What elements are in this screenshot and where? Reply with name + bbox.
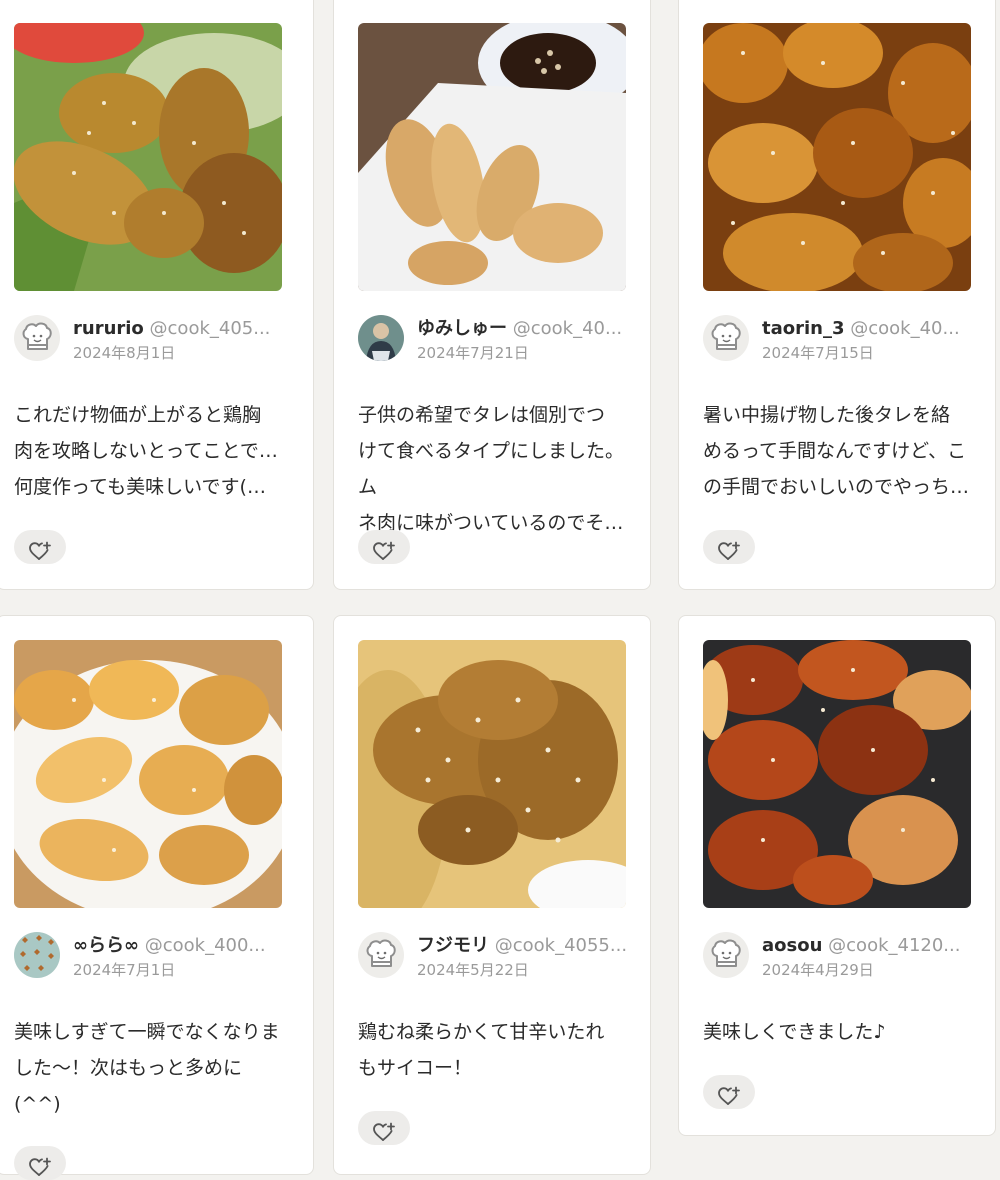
user-pattern (14, 932, 60, 978)
avatar[interactable] (14, 315, 60, 361)
avatar[interactable] (703, 315, 749, 361)
heart-plus-icon (28, 1157, 52, 1177)
author-info: taorin_3 @cook_40... 2024年7月15日 (703, 315, 1000, 367)
like-button[interactable] (703, 530, 755, 564)
avatar[interactable] (14, 932, 60, 978)
recipe-report-card[interactable]: フジモリ @cook_4055... 2024年5月22日 鶏むね柔らかくて甘辛… (333, 615, 651, 1175)
recipe-report-card[interactable]: ∞らら∞ @cook_400... 2024年7月1日 美味しすぎて一瞬でなくな… (0, 615, 314, 1180)
comment-line: 何度作っても美味しいです(… (14, 476, 266, 498)
food-photo-image (14, 640, 282, 908)
like-button[interactable] (14, 530, 66, 564)
comment-line: 美味しくできました♪ (703, 1021, 886, 1043)
food-photo[interactable] (358, 640, 626, 908)
user-handle: @cook_4055... (494, 935, 628, 956)
comment-line: めるって手間なんですけど、こ (703, 440, 967, 462)
post-date: 2024年7月21日 (417, 344, 529, 362)
comment-line: 鶏むね柔らかくて甘辛いたれ (358, 1021, 605, 1043)
post-date: 2024年7月15日 (762, 344, 874, 362)
comment-line: けて食べるタイプにしました。ム (358, 440, 625, 498)
comment-line: の手間でおいしいのでやっち… (703, 476, 970, 498)
username[interactable]: ∞らら∞ (73, 935, 139, 956)
user-photo (358, 315, 404, 361)
author-info: ゆみしゅー @cook_40... 2024年7月21日 (358, 315, 658, 367)
recipe-report-card[interactable]: aosou @cook_4120... 2024年4月29日 美味しくできました… (678, 615, 996, 1136)
comment-line: もサイコー！ (358, 1057, 473, 1079)
heart-plus-icon (372, 1122, 396, 1142)
heart-plus-icon (372, 541, 396, 561)
food-photo-image (358, 23, 626, 291)
heart-plus-icon (28, 541, 52, 561)
comment-line: 暑い中揚げ物した後タレを絡 (703, 404, 951, 426)
heart-plus-icon (717, 1086, 741, 1106)
avatar[interactable] (358, 932, 404, 978)
recipe-report-card[interactable]: ゆみしゅー @cook_40... 2024年7月21日 子供の希望でタレは個別… (333, 0, 651, 590)
username[interactable]: ゆみしゅー (417, 318, 507, 339)
food-photo-image (703, 640, 971, 908)
author-name-line[interactable]: rururio @cook_405... (73, 317, 287, 341)
author-name-line[interactable]: ∞らら∞ @cook_400... (73, 934, 287, 958)
username[interactable]: rururio (73, 318, 144, 339)
author-name-line[interactable]: taorin_3 @cook_40... (762, 317, 976, 341)
report-comment[interactable]: 暑い中揚げ物した後タレを絡 めるって手間なんですけど、こ の手間でおいしいのでや… (703, 397, 973, 505)
avatar[interactable] (703, 932, 749, 978)
post-date: 2024年5月22日 (417, 961, 529, 979)
avatar[interactable] (358, 315, 404, 361)
user-handle: @cook_405... (149, 318, 271, 339)
user-handle: @cook_40... (512, 318, 623, 339)
author-info: ∞らら∞ @cook_400... 2024年7月1日 (14, 932, 314, 984)
author-info: rururio @cook_405... 2024年8月1日 (14, 315, 314, 367)
user-handle: @cook_4120... (828, 935, 961, 956)
author-name-line[interactable]: aosou @cook_4120... (762, 934, 976, 958)
report-comment[interactable]: これだけ物価が上がると鶏胸 肉を攻略しないとってことで… 何度作っても美味しいで… (14, 397, 284, 505)
food-photo[interactable] (703, 23, 971, 291)
chef-hat-icon (703, 315, 749, 361)
like-button[interactable] (14, 1146, 66, 1180)
author-name-line[interactable]: フジモリ @cook_4055... (417, 934, 631, 958)
report-comment[interactable]: 鶏むね柔らかくて甘辛いたれ もサイコー！ (358, 1014, 628, 1086)
author-info: aosou @cook_4120... 2024年4月29日 (703, 932, 1000, 984)
food-photo[interactable] (358, 23, 626, 291)
post-date: 2024年8月1日 (73, 344, 176, 362)
chef-hat-icon (358, 932, 404, 978)
comment-line: した〜！次はもっと多めに (14, 1057, 243, 1079)
chef-hat-icon (703, 932, 749, 978)
like-button[interactable] (703, 1075, 755, 1109)
author-info: フジモリ @cook_4055... 2024年5月22日 (358, 932, 658, 984)
author-name-line[interactable]: ゆみしゅー @cook_40... (417, 317, 631, 341)
comment-line: 美味しすぎて一瞬でなくなりま (14, 1021, 280, 1043)
comment-line: 子供の希望でタレは個別でつ (358, 404, 606, 426)
user-handle: @cook_400... (144, 935, 266, 956)
food-photo-image (14, 23, 282, 291)
recipe-report-card[interactable]: rururio @cook_405... 2024年8月1日 これだけ物価が上が… (0, 0, 314, 590)
report-comment[interactable]: 子供の希望でタレは個別でつ けて食べるタイプにしました。ム ネ肉に味がついている… (358, 397, 628, 541)
like-button[interactable] (358, 1111, 410, 1145)
username[interactable]: taorin_3 (762, 318, 845, 339)
post-date: 2024年4月29日 (762, 961, 874, 979)
food-photo[interactable] (703, 640, 971, 908)
food-photo-image (358, 640, 626, 908)
username[interactable]: フジモリ (417, 935, 489, 956)
like-button[interactable] (358, 530, 410, 564)
report-comment[interactable]: 美味しくできました♪ (703, 1014, 973, 1050)
comment-line: (^^) (14, 1093, 61, 1115)
heart-plus-icon (717, 541, 741, 561)
comment-line: これだけ物価が上がると鶏胸 (14, 404, 262, 426)
comment-line: 肉を攻略しないとってことで… (14, 440, 278, 462)
food-photo[interactable] (14, 23, 282, 291)
username[interactable]: aosou (762, 935, 822, 956)
user-handle: @cook_40... (850, 318, 960, 339)
report-comment[interactable]: 美味しすぎて一瞬でなくなりま した〜！次はもっと多めに (^^) (14, 1014, 284, 1122)
food-photo[interactable] (14, 640, 282, 908)
food-photo-image (703, 23, 971, 291)
recipe-report-card[interactable]: taorin_3 @cook_40... 2024年7月15日 暑い中揚げ物した… (678, 0, 996, 590)
chef-hat-icon (14, 315, 60, 361)
post-date: 2024年7月1日 (73, 961, 176, 979)
